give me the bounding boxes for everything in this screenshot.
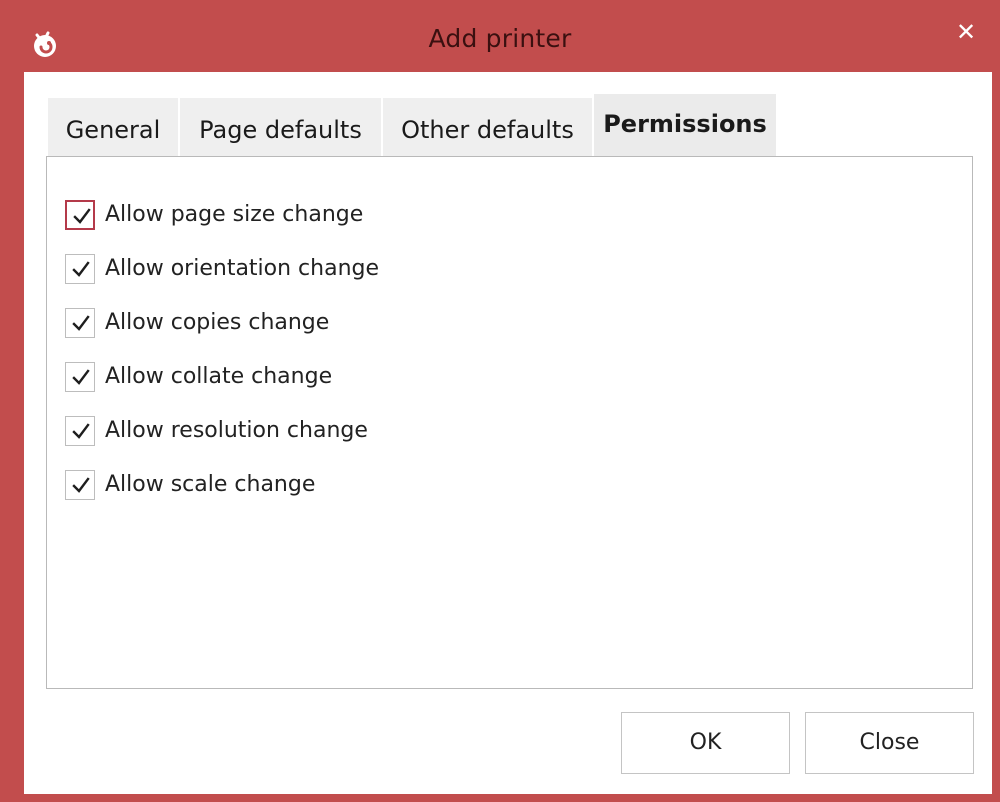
permissions-panel: Allow page size change Allow orientation… <box>46 156 973 689</box>
orientation-checkbox[interactable] <box>65 254 95 284</box>
tab-other-defaults[interactable]: Other defaults <box>383 98 594 158</box>
tab-page-defaults[interactable]: Page defaults <box>180 98 383 158</box>
orientation-label: Allow orientation change <box>105 256 380 281</box>
copies-checkbox[interactable] <box>65 308 95 338</box>
checkmark-icon <box>72 477 90 493</box>
scale-checkbox[interactable] <box>65 470 95 500</box>
close-icon[interactable]: ✕ <box>936 10 996 54</box>
page-size-label: Allow page size change <box>105 202 364 227</box>
close-button[interactable]: Close <box>805 712 974 774</box>
checkmark-icon <box>72 423 90 439</box>
add-printer-dialog: Add printer ✕ General Page defaults Othe… <box>0 0 1000 802</box>
window-title: Add printer <box>428 24 572 53</box>
checkmark-icon <box>72 369 90 385</box>
dialog-body: General Page defaults Other defaults Per… <box>24 72 992 794</box>
ok-button[interactable]: OK <box>621 712 790 774</box>
tab-permissions[interactable]: Permissions <box>594 94 778 158</box>
resolution-label: Allow resolution change <box>105 418 368 443</box>
scale-label: Allow scale change <box>105 472 316 497</box>
collate-label: Allow collate change <box>105 364 333 389</box>
title-bar[interactable]: Add printer ✕ <box>0 0 1000 72</box>
tab-general[interactable]: General <box>48 98 180 158</box>
checkmark-icon <box>73 208 91 224</box>
page-size-checkbox[interactable] <box>65 200 95 230</box>
checkmark-icon <box>72 315 90 331</box>
copies-label: Allow copies change <box>105 310 330 335</box>
checkmark-icon <box>72 261 90 277</box>
resolution-checkbox[interactable] <box>65 416 95 446</box>
collate-checkbox[interactable] <box>65 362 95 392</box>
